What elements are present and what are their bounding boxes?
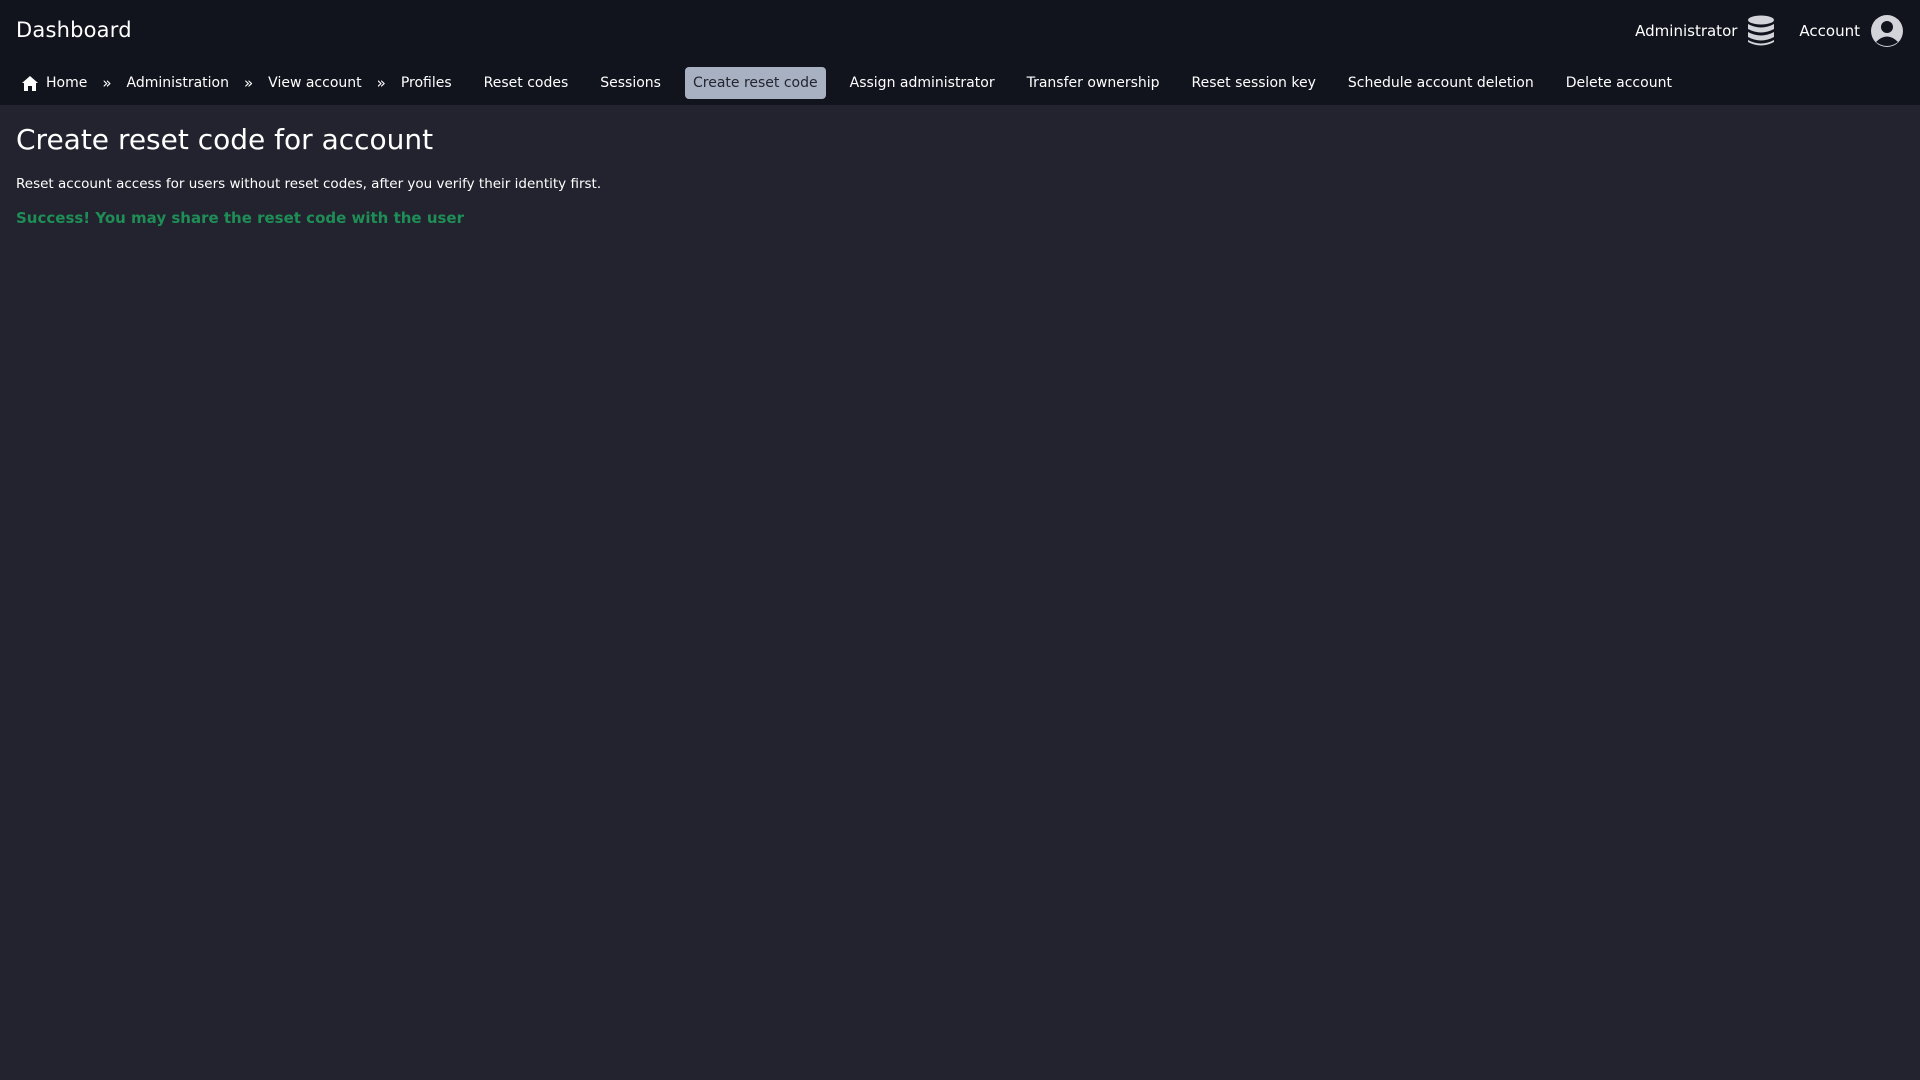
database-icon (1747, 15, 1775, 47)
account-menu[interactable]: Account (1799, 14, 1904, 48)
action-assign-administrator[interactable]: Assign administrator (842, 67, 1003, 99)
breadcrumb-separator: » (102, 74, 112, 92)
administrator-menu[interactable]: Administrator (1635, 15, 1775, 47)
breadcrumb-view-account[interactable]: View account (260, 67, 369, 99)
action-schedule-account-deletion[interactable]: Schedule account deletion (1340, 67, 1542, 99)
breadcrumb-nav: Home » Administration » View account » P… (14, 67, 1696, 99)
account-label: Account (1799, 22, 1860, 40)
success-message: Success! You may share the reset code wi… (16, 209, 464, 227)
page-description: Reset account access for users without r… (16, 176, 602, 192)
main-content: Create reset code for account Reset acco… (0, 123, 1920, 227)
action-reset-session-key[interactable]: Reset session key (1184, 67, 1324, 99)
page-title: Create reset code for account (16, 123, 434, 156)
action-sessions[interactable]: Sessions (592, 67, 669, 99)
top-bar: Dashboard Administrator Account Home » A… (0, 0, 1920, 105)
administrator-label: Administrator (1635, 22, 1738, 40)
breadcrumb-separator: » (243, 74, 254, 92)
action-delete-account[interactable]: Delete account (1558, 67, 1680, 99)
user-circle-icon (1870, 14, 1904, 48)
top-right-menu: Administrator Account (1635, 14, 1904, 48)
action-create-reset-code[interactable]: Create reset code (684, 67, 826, 99)
breadcrumb-profiles[interactable]: Profiles (393, 67, 460, 99)
breadcrumb-home[interactable]: Home (14, 67, 95, 99)
action-transfer-ownership[interactable]: Transfer ownership (1019, 67, 1168, 99)
home-icon (22, 75, 38, 91)
app-title[interactable]: Dashboard (16, 18, 132, 42)
breadcrumb-label: Home (46, 75, 88, 91)
breadcrumb-administration[interactable]: Administration (119, 67, 237, 99)
breadcrumb-separator: » (376, 74, 386, 92)
action-reset-codes[interactable]: Reset codes (476, 67, 577, 99)
